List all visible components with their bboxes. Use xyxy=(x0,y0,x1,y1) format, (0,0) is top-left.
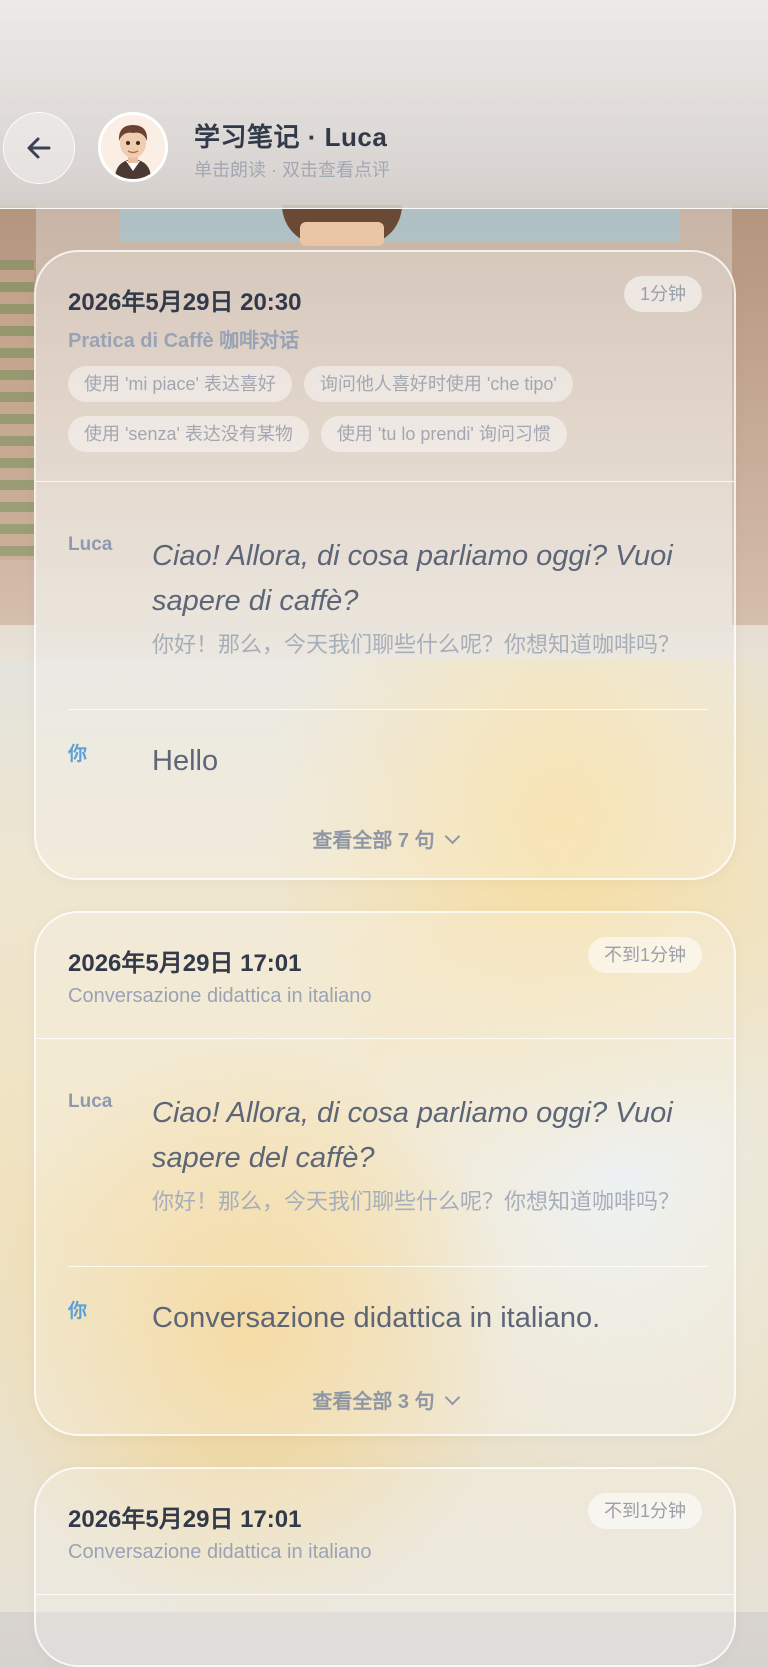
card-divider xyxy=(36,1594,734,1595)
card-divider xyxy=(36,481,734,482)
session-topic: Conversazione didattica in italiano xyxy=(68,985,372,1007)
chinese-translation: 你好！那么，今天我们聊些什么呢？你想知道咖啡吗？ xyxy=(152,1189,681,1214)
page-title: 学习笔记 · Luca xyxy=(194,122,388,152)
speaker-label: Luca xyxy=(68,534,113,555)
grammar-tag: 询问他人喜好时使用 'che tipo' xyxy=(303,366,573,402)
session-date: 2026年5月29日 20:30 xyxy=(68,289,302,316)
background-character-face xyxy=(300,222,384,246)
speaker-label: 你 xyxy=(68,744,88,765)
message-row[interactable]: Luca Ciao! Allora, di cosa parliamo oggi… xyxy=(68,1091,708,1251)
background-pillar-right xyxy=(732,205,768,625)
duration-badge: 不到1分钟 xyxy=(587,937,702,973)
message-divider xyxy=(68,709,708,710)
message-row[interactable]: 你 Conversazione didattica in italiano. xyxy=(68,1296,708,1346)
avatar-portrait-icon xyxy=(101,115,165,179)
chevron-down-icon xyxy=(444,1389,460,1406)
session-topic: Conversazione didattica in italiano xyxy=(68,1541,372,1563)
italian-text[interactable]: Ciao! Allora, di cosa parliamo oggi? Vuo… xyxy=(152,1091,692,1181)
user-message-text[interactable]: Hello xyxy=(152,739,692,784)
session-topic: Pratica di Caffè 咖啡对话 xyxy=(68,330,300,352)
italian-text[interactable]: Ciao! Allora, di cosa parliamo oggi? Vuo… xyxy=(152,534,692,624)
view-all-button[interactable]: 查看全部 7 句 xyxy=(36,824,734,853)
duration-badge: 不到1分钟 xyxy=(587,1493,702,1529)
speaker-label: Luca xyxy=(68,1091,113,1112)
grammar-tag: 使用 'senza' 表达没有某物 xyxy=(68,416,309,452)
chinese-translation: 你好！那么，今天我们聊些什么呢？你想知道咖啡吗？ xyxy=(152,632,681,657)
chevron-down-icon xyxy=(444,828,460,845)
arrow-left-icon xyxy=(27,137,51,159)
message-row[interactable]: Luca Ciao! Allora, di cosa parliamo oggi… xyxy=(68,534,708,694)
avatar[interactable] xyxy=(98,112,168,182)
view-all-button[interactable]: 查看全部 3 句 xyxy=(36,1385,734,1414)
card-divider xyxy=(36,1038,734,1039)
session-card[interactable]: 2026年5月29日 17:01 不到1分钟 Conversazione did… xyxy=(34,1467,736,1667)
user-message-text[interactable]: Conversazione didattica in italiano. xyxy=(152,1296,712,1341)
grammar-tag: 使用 'mi piace' 表达喜好 xyxy=(68,366,292,402)
session-date: 2026年5月29日 17:01 xyxy=(68,950,302,977)
speaker-label: 你 xyxy=(68,1301,88,1322)
message-row[interactable]: 你 Hello xyxy=(68,739,708,789)
grammar-tags: 使用 'mi piace' 表达喜好 询问他人喜好时使用 'che tipo' … xyxy=(68,366,708,452)
back-button[interactable] xyxy=(3,112,75,184)
session-card[interactable]: 2026年5月29日 20:30 1分钟 Pratica di Caffè 咖啡… xyxy=(34,250,736,880)
page-subtitle: 单击朗读 · 双击查看点评 xyxy=(194,160,390,180)
duration-badge: 1分钟 xyxy=(623,276,702,312)
background-plants xyxy=(0,260,34,560)
view-all-label: 查看全部 3 句 xyxy=(312,1391,435,1413)
session-card[interactable]: 2026年5月29日 17:01 不到1分钟 Conversazione did… xyxy=(34,911,736,1436)
session-date: 2026年5月29日 17:01 xyxy=(68,1506,302,1533)
message-divider xyxy=(68,1266,708,1267)
app-header: 学习笔记 · Luca 单击朗读 · 双击查看点评 xyxy=(0,0,768,209)
grammar-tag: 使用 'tu lo prendi' 询问习惯 xyxy=(320,416,567,452)
view-all-label: 查看全部 7 句 xyxy=(312,830,435,852)
